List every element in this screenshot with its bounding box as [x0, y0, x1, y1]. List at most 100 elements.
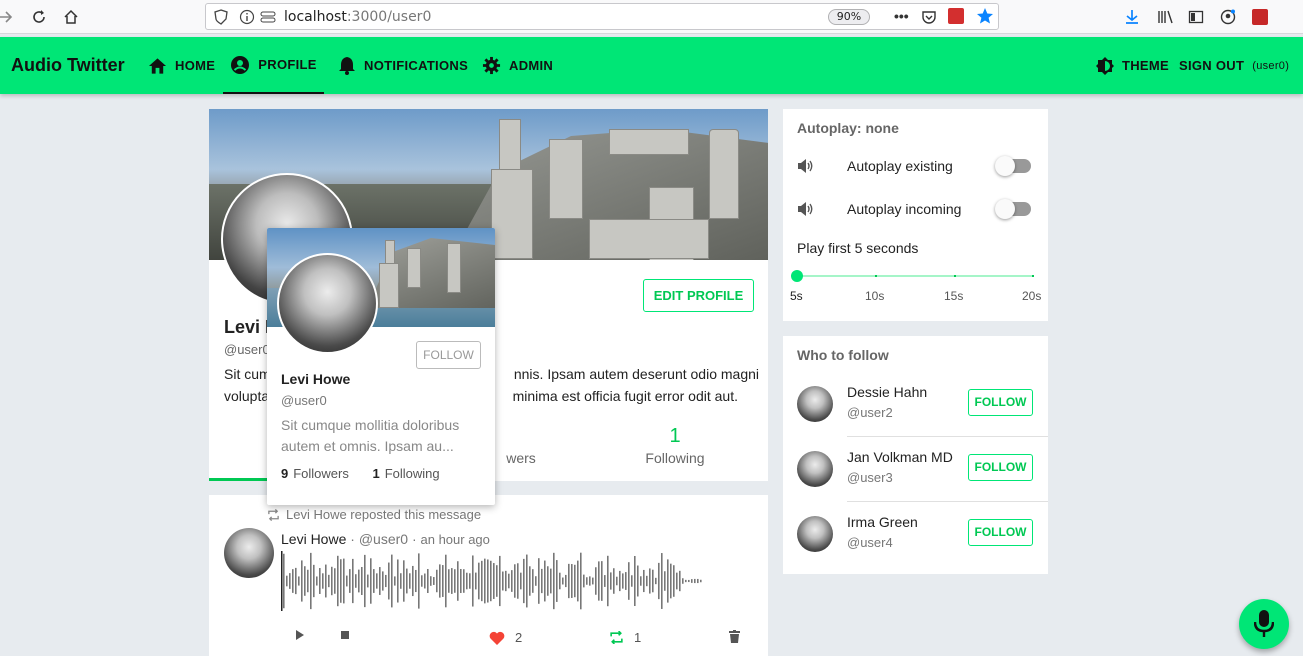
stop-icon [341, 631, 349, 639]
more-actions-icon[interactable]: ••• [894, 8, 909, 24]
suggestion-name[interactable]: Dessie Hahn [847, 384, 927, 400]
slider-tick [875, 275, 877, 277]
hover-card-handle: @user0 [281, 393, 327, 408]
gear-icon [482, 56, 501, 75]
autoplay-existing-label: Autoplay existing [847, 158, 953, 174]
info-icon[interactable] [239, 9, 255, 30]
post-author-avatar[interactable] [224, 528, 274, 578]
trash-icon [729, 630, 740, 643]
who-to-follow-card: Who to follow Dessie Hahn @user2 FOLLOW … [783, 336, 1048, 574]
signed-in-user: (user0) [1252, 59, 1290, 72]
nav-notifications-label: NOTIFICATIONS [364, 58, 469, 73]
bookmark-star-icon[interactable] [976, 7, 994, 30]
browser-toolbar: localhost:3000/user0 90% ••• [0, 0, 1303, 34]
like-button[interactable]: 2 [489, 630, 522, 645]
signout-button[interactable]: SIGN OUT (user0) [1179, 37, 1289, 94]
extension-red-icon[interactable] [1249, 6, 1271, 28]
slider-tick [954, 275, 956, 277]
nav-profile[interactable]: PROFILE [223, 37, 324, 94]
record-button[interactable] [1239, 599, 1289, 649]
slider-tick [1032, 275, 1034, 277]
account-icon[interactable] [1217, 6, 1239, 28]
post-meta: Levi Howe · @user0 · an hour ago [281, 531, 490, 547]
suggestion-row: Dessie Hahn @user2 FOLLOW [783, 372, 1048, 437]
hover-following-count: 1 [372, 466, 380, 481]
edit-profile-button[interactable]: EDIT PROFILE [643, 279, 754, 312]
hover-card-avatar[interactable] [277, 253, 378, 354]
url-text: localhost:3000/user0 [284, 9, 432, 25]
shield-icon[interactable] [214, 9, 228, 30]
autoplay-existing-toggle[interactable] [995, 156, 1031, 176]
follow-button[interactable]: FOLLOW [968, 454, 1033, 481]
volume-icon [798, 202, 813, 216]
profile-hover-card: FOLLOW Levi Howe @user0 Sit cumque molli… [267, 228, 495, 505]
extension-icon[interactable] [948, 8, 964, 24]
play-first-label: Play first 5 seconds [797, 240, 919, 256]
following-label: Following [645, 450, 705, 466]
back-arrow-icon[interactable] [0, 6, 16, 28]
play-button[interactable] [295, 630, 315, 640]
suggestion-row: Irma Green @user4 FOLLOW [783, 502, 1048, 567]
library-icon[interactable] [1155, 6, 1177, 28]
volume-icon [798, 159, 813, 173]
repost-icon [268, 508, 279, 521]
repost-info: Levi Howe reposted this message [267, 507, 481, 522]
slider-thumb[interactable] [791, 270, 803, 282]
bell-icon [339, 57, 355, 75]
zoom-level[interactable]: 90% [828, 9, 870, 25]
following-count: 1 [669, 425, 681, 447]
avatar[interactable] [797, 386, 833, 422]
post-handle: · @user0 · [350, 531, 417, 547]
sidebar-icon[interactable] [1185, 6, 1207, 28]
follow-button[interactable]: FOLLOW [968, 389, 1033, 416]
heart-icon [489, 631, 505, 645]
hover-card-follow-button[interactable]: FOLLOW [416, 341, 481, 369]
download-icon[interactable] [1121, 6, 1143, 28]
slider-mark-20s: 20s [1022, 289, 1042, 303]
home-icon [148, 57, 167, 74]
brand-title[interactable]: Audio Twitter [11, 55, 125, 76]
post-card: Levi Howe reposted this message Levi How… [209, 495, 768, 656]
hover-followers-count: 9 [281, 466, 289, 481]
autoplay-existing-row: Autoplay existing [797, 154, 1037, 178]
autoplay-title: Autoplay: none [797, 120, 899, 136]
permissions-icon[interactable] [260, 10, 276, 29]
delete-button[interactable] [729, 630, 750, 643]
hover-card-name[interactable]: Levi Howe [281, 371, 350, 387]
home-page-icon[interactable] [60, 6, 82, 28]
play-duration-slider[interactable] [796, 275, 1034, 277]
nav-admin[interactable]: ADMIN [482, 37, 553, 94]
suggestion-name[interactable]: Irma Green [847, 514, 918, 530]
nav-home-label: HOME [175, 58, 216, 73]
repost-button[interactable]: 1 [609, 630, 641, 645]
repost-icon [610, 631, 623, 644]
hover-card-stats: 9 Followers 1 Following [281, 466, 440, 481]
avatar[interactable] [797, 516, 833, 552]
follow-button[interactable]: FOLLOW [968, 519, 1033, 546]
suggestion-handle: @user3 [847, 470, 893, 485]
slider-mark-5s: 5s [790, 289, 803, 303]
like-count: 2 [515, 630, 523, 645]
pocket-icon[interactable] [921, 9, 937, 30]
theme-icon [1096, 56, 1114, 75]
autoplay-incoming-toggle[interactable] [995, 199, 1031, 219]
nav-home[interactable]: HOME [148, 37, 215, 94]
post-author[interactable]: Levi Howe [281, 531, 346, 547]
autoplay-incoming-label: Autoplay incoming [847, 201, 962, 217]
stop-button[interactable] [340, 630, 360, 640]
nav-notifications[interactable]: NOTIFICATIONS [338, 37, 468, 94]
url-bar[interactable]: localhost:3000/user0 90% ••• [205, 3, 999, 30]
slider-mark-10s: 10s [865, 289, 885, 303]
avatar[interactable] [797, 451, 833, 487]
signout-label: SIGN OUT [1179, 58, 1245, 73]
reload-icon[interactable] [28, 6, 50, 28]
post-time: an hour ago [420, 532, 490, 547]
suggestion-row: Jan Volkman MD @user3 FOLLOW [783, 437, 1048, 502]
stat-following[interactable]: 1 Following [582, 425, 768, 466]
hover-followers-label[interactable]: Followers [293, 466, 349, 481]
theme-button[interactable]: THEME [1096, 37, 1169, 94]
hover-card-bio: Sit cumque mollitia doloribus autem et o… [281, 417, 460, 454]
audio-waveform[interactable] [281, 549, 721, 613]
suggestion-name[interactable]: Jan Volkman MD [847, 449, 953, 465]
hover-following-label[interactable]: Following [385, 466, 440, 481]
